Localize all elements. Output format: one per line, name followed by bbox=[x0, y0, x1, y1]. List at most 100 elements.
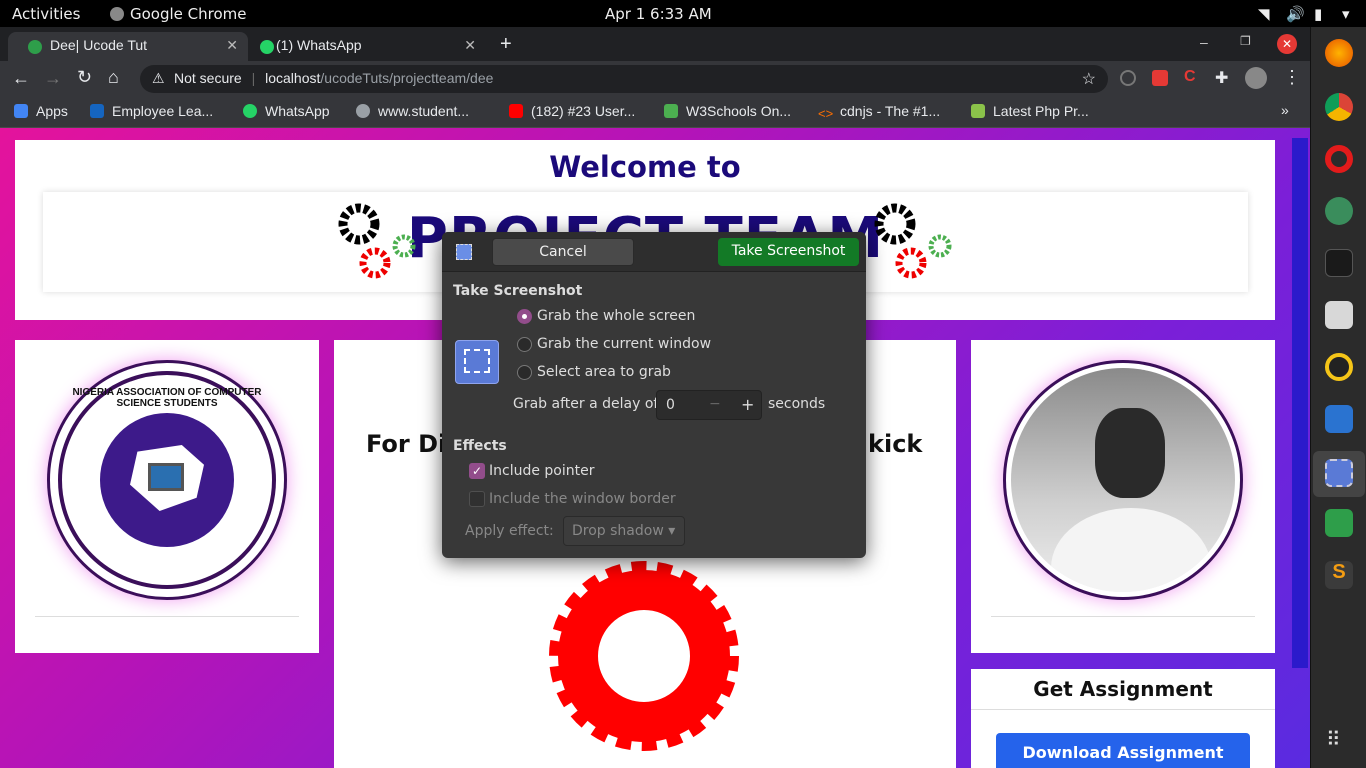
bookmark-youtube[interactable]: (182) #23 User... bbox=[509, 103, 635, 119]
radio-whole-screen[interactable] bbox=[517, 309, 532, 324]
security-label[interactable]: Not secure bbox=[174, 70, 242, 86]
option-current-window[interactable]: Grab the current window bbox=[537, 336, 711, 352]
extension-c-icon[interactable]: C bbox=[1184, 68, 1196, 86]
scrollbar[interactable] bbox=[1292, 138, 1308, 668]
minimize-icon[interactable]: – bbox=[1200, 34, 1208, 50]
screen-recorder-icon[interactable] bbox=[1152, 70, 1168, 86]
assignment-card: Get Assignment Download Assignment bbox=[971, 669, 1275, 768]
delay-label: Grab after a delay of bbox=[513, 396, 659, 412]
youtube-icon bbox=[509, 104, 523, 118]
bookmark-cdnjs[interactable]: <> cdnjs - The #1... bbox=[818, 103, 940, 121]
opera-icon[interactable] bbox=[1325, 145, 1353, 173]
bookmark-w3schools[interactable]: W3Schools On... bbox=[664, 103, 791, 119]
logo-ring-text: NIGERIA ASSOCIATION OF COMPUTER SCIENCE … bbox=[72, 387, 262, 409]
extension-icon[interactable] bbox=[1120, 70, 1136, 86]
assignment-title: Get Assignment bbox=[1033, 677, 1213, 701]
radio-select-area[interactable] bbox=[517, 365, 532, 380]
site-favicon-icon bbox=[28, 40, 42, 54]
files-icon[interactable] bbox=[1325, 301, 1353, 329]
menu-kebab-icon[interactable]: ⋮ bbox=[1283, 67, 1301, 88]
radio-current-window[interactable] bbox=[517, 337, 532, 352]
activities-button[interactable]: Activities bbox=[12, 5, 80, 23]
chrome-icon[interactable] bbox=[1325, 93, 1353, 121]
tab-whatsapp[interactable]: (1) WhatsApp ✕ bbox=[248, 32, 486, 61]
increment-icon[interactable]: + bbox=[741, 395, 754, 414]
delay-input[interactable]: 0 bbox=[666, 397, 675, 413]
tab-strip: Dee| Ucode Tut ✕ (1) WhatsApp ✕ + – ❐ ✕ bbox=[0, 27, 1310, 61]
volume-icon[interactable]: 🔊 bbox=[1286, 5, 1305, 23]
sublime-icon[interactable]: S bbox=[1325, 561, 1353, 589]
home-icon[interactable]: ⌂ bbox=[108, 67, 119, 88]
writer-icon[interactable] bbox=[1325, 405, 1353, 433]
bookmark-favicon-icon bbox=[971, 104, 985, 118]
bookmark-star-icon[interactable]: ☆ bbox=[1082, 69, 1096, 89]
battery-icon[interactable]: ▮ bbox=[1314, 5, 1322, 23]
back-icon[interactable]: ← bbox=[12, 68, 30, 89]
code-icon: <> bbox=[818, 106, 834, 121]
more-bookmarks-icon[interactable]: » bbox=[1281, 102, 1289, 118]
computer-icon bbox=[148, 463, 184, 491]
forward-icon[interactable]: → bbox=[44, 68, 62, 89]
system-top-bar: Activities Google Chrome ▾ Apr 1 6:33 AM… bbox=[0, 0, 1366, 41]
section-title: Take Screenshot bbox=[453, 283, 583, 299]
url-host: localhost bbox=[265, 70, 321, 86]
face bbox=[1095, 408, 1165, 498]
option-select-area[interactable]: Select area to grab bbox=[537, 364, 671, 380]
bookmarks-bar: Apps Employee Lea... WhatsApp www.studen… bbox=[0, 97, 1310, 128]
whatsapp-icon bbox=[260, 40, 274, 54]
cancel-button[interactable]: Cancel bbox=[492, 238, 634, 266]
shirt bbox=[1051, 508, 1211, 592]
screenshot-icon bbox=[456, 244, 472, 260]
terminal-icon[interactable] bbox=[1325, 249, 1353, 277]
bookmark-whatsapp[interactable]: WhatsApp bbox=[243, 103, 330, 119]
close-tab-icon[interactable]: ✕ bbox=[226, 37, 238, 54]
new-tab-icon[interactable]: + bbox=[500, 33, 512, 56]
close-tab-icon[interactable]: ✕ bbox=[464, 37, 476, 54]
checkbox-include-border[interactable] bbox=[469, 491, 485, 507]
chevron-down-icon[interactable]: ▾ bbox=[1342, 5, 1350, 23]
wifi-icon[interactable]: ◥ bbox=[1258, 5, 1270, 23]
address-bar[interactable]: ⚠ Not secure | localhost/ucodeTuts/proje… bbox=[140, 65, 1108, 93]
bookmark-apps[interactable]: Apps bbox=[14, 103, 68, 119]
bookmark-student[interactable]: www.student... bbox=[356, 103, 469, 119]
atom-icon[interactable] bbox=[1325, 197, 1353, 225]
w3schools-icon bbox=[664, 104, 678, 118]
checkbox-include-pointer[interactable]: ✓ bbox=[469, 463, 485, 479]
warning-icon: ⚠ bbox=[152, 70, 165, 86]
take-screenshot-button[interactable]: Take Screenshot bbox=[718, 238, 859, 266]
bookmark-favicon-icon bbox=[90, 104, 104, 118]
clock[interactable]: Apr 1 6:33 AM bbox=[605, 5, 712, 23]
apps-grid-icon bbox=[14, 104, 28, 118]
gears-right-icon bbox=[874, 203, 952, 279]
option-whole-screen[interactable]: Grab the whole screen bbox=[537, 308, 695, 324]
delay-spinner: 0 − + bbox=[656, 390, 762, 420]
download-assignment-button[interactable]: Download Assignment bbox=[996, 733, 1250, 768]
bookmark-employee[interactable]: Employee Lea... bbox=[90, 103, 213, 119]
reload-icon[interactable]: ↻ bbox=[77, 67, 92, 88]
maximize-icon[interactable]: ❐ bbox=[1240, 34, 1251, 48]
show-apps-icon[interactable]: ⠿ bbox=[1326, 727, 1341, 752]
url-path: /ucodeTuts/projectteam/dee bbox=[320, 70, 494, 86]
close-window-icon[interactable]: ✕ bbox=[1277, 34, 1297, 54]
globe-icon bbox=[356, 104, 370, 118]
apply-effect-dropdown[interactable]: Drop shadow ▾ bbox=[563, 516, 685, 546]
bookmark-php[interactable]: Latest Php Pr... bbox=[971, 103, 1089, 119]
tab-dee[interactable]: Dee| Ucode Tut ✕ bbox=[8, 32, 248, 61]
welcome-heading: Welcome to bbox=[549, 150, 741, 184]
firefox-icon[interactable] bbox=[1325, 39, 1353, 67]
extensions-puzzle-icon[interactable]: ✚ bbox=[1215, 68, 1228, 88]
calc-icon[interactable] bbox=[1325, 509, 1353, 537]
rhythmbox-icon[interactable] bbox=[1325, 353, 1353, 381]
logo-center bbox=[100, 413, 234, 547]
profile-card bbox=[971, 340, 1275, 653]
include-border-label[interactable]: Include the window border bbox=[489, 491, 676, 507]
nacoss-logo: NIGERIA ASSOCIATION OF COMPUTER SCIENCE … bbox=[47, 360, 287, 600]
apply-effect-label: Apply effect: bbox=[465, 523, 554, 539]
ubuntu-dock: S ⠿ bbox=[1310, 27, 1366, 768]
logo-card: NIGERIA ASSOCIATION OF COMPUTER SCIENCE … bbox=[15, 340, 319, 653]
screenshot-app-icon[interactable] bbox=[1325, 459, 1353, 487]
include-pointer-label[interactable]: Include pointer bbox=[489, 463, 595, 479]
decrement-icon[interactable]: − bbox=[709, 396, 721, 412]
main-heading-right: kick bbox=[868, 430, 923, 458]
profile-avatar[interactable] bbox=[1245, 67, 1267, 89]
